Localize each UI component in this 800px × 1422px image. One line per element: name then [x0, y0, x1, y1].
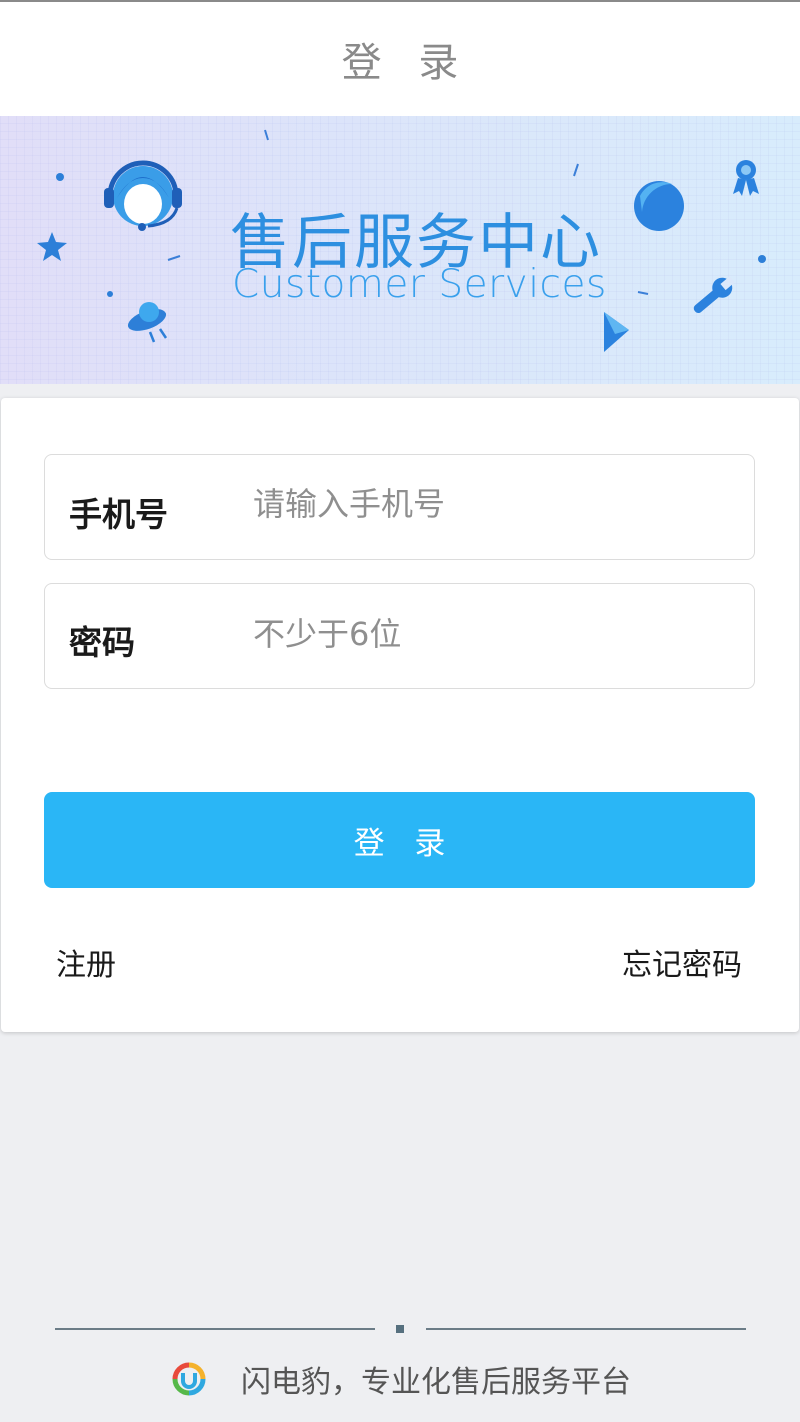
banner-subtitle: Customer Services — [232, 262, 607, 307]
triangle-shape-icon — [604, 312, 629, 352]
footer-divider-left — [55, 1328, 375, 1330]
star-icon — [37, 232, 67, 261]
page-title: 登 录 — [341, 40, 471, 86]
phone-input[interactable] — [253, 474, 713, 534]
password-input[interactable] — [253, 604, 713, 664]
award-ribbon-icon — [733, 160, 759, 196]
service-banner: 售后服务中心 Customer Services — [0, 116, 800, 384]
footer-slogan: 闪电豹，专业化售后服务平台 — [241, 1365, 631, 1400]
login-button[interactable]: 登 录 — [44, 792, 755, 888]
phone-label: 手机号 — [69, 495, 168, 534]
nav-bar: 登 录 — [0, 2, 800, 116]
ufo-icon — [127, 302, 168, 343]
register-link[interactable]: 注册 — [56, 940, 116, 984]
footer: 闪电豹，专业化售后服务平台 — [0, 1352, 800, 1406]
forgot-password-link[interactable]: 忘记密码 — [622, 940, 742, 984]
wrench-icon — [693, 276, 735, 314]
footer-divider-right — [426, 1328, 746, 1330]
password-field: 密码 — [44, 583, 755, 689]
password-label: 密码 — [69, 623, 135, 662]
planet-icon — [634, 181, 684, 231]
headset-avatar-icon — [104, 160, 182, 231]
brand-logo-icon — [172, 1362, 206, 1396]
phone-field: 手机号 — [44, 454, 755, 560]
footer-divider-dot — [396, 1325, 404, 1333]
